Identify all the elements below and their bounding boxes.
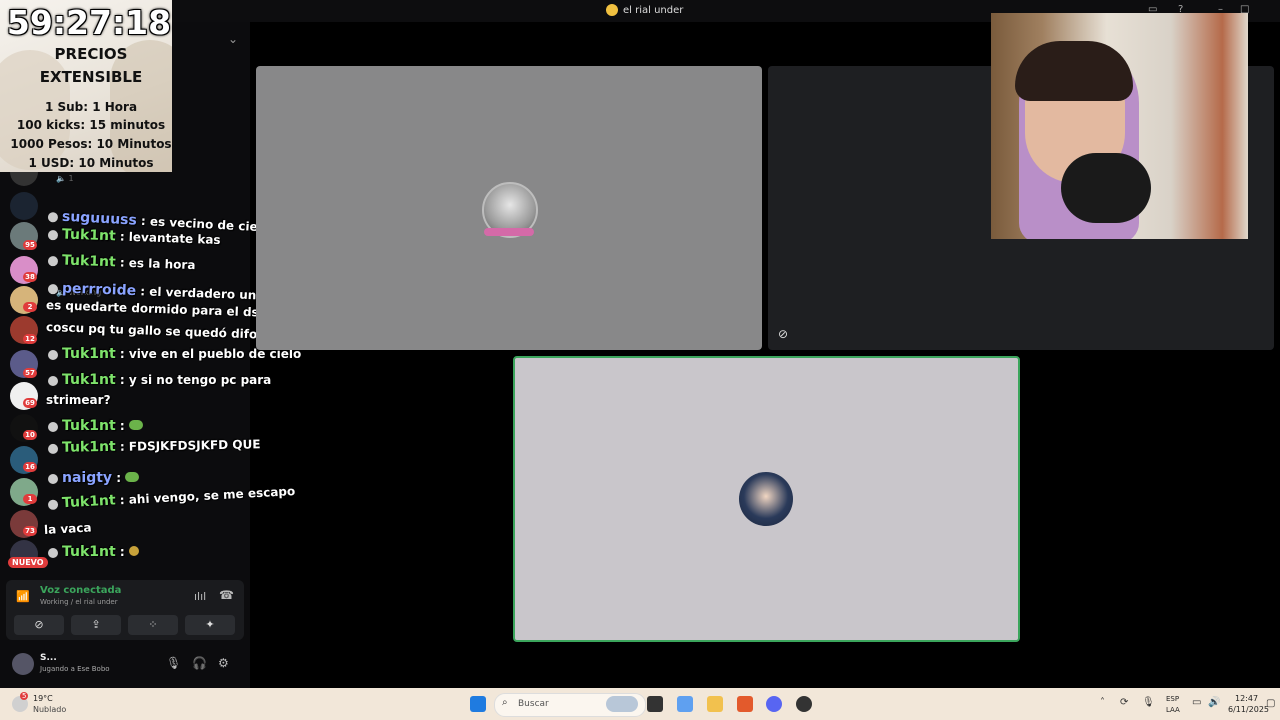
chat-message: Tuk1nt : — [48, 544, 139, 560]
voice-channel-path[interactable]: Working / el rial under — [40, 598, 118, 606]
obs-icon[interactable] — [796, 696, 812, 712]
server-badge: 12 — [23, 334, 37, 344]
server-rail: 95 38 2 12 57 69 10 16 1 73 — [0, 158, 46, 572]
chat-message-cont: strimear? — [46, 393, 111, 407]
chat-message: Tuk1nt : y si no tengo pc para — [48, 372, 271, 388]
search-icon: ⌕ — [502, 697, 508, 708]
camera-toggle-button[interactable]: ⊘ — [14, 615, 64, 635]
server-badge: 69 — [23, 398, 37, 408]
microphone-icon[interactable]: 🎙 — [166, 656, 181, 670]
member-count: 🔈 1 — [56, 174, 74, 183]
search-placeholder: Buscar — [518, 699, 549, 709]
streamer-webcam — [991, 13, 1248, 239]
chevron-down-icon[interactable]: ⌄ — [228, 32, 238, 46]
user-activity: Jugando a Ese Bobo — [40, 665, 110, 673]
prices-subheading: EXTENSIBLE — [39, 68, 143, 86]
server-avatar[interactable] — [10, 192, 38, 220]
server-badge: 2 — [23, 302, 37, 312]
microphone-tray-icon[interactable]: 🎙 — [1142, 697, 1155, 708]
screen-share-button[interactable]: ⇪ — [71, 615, 121, 635]
weather-desc[interactable]: Nublado — [33, 705, 66, 714]
server-badge: 38 — [23, 272, 37, 282]
disconnect-icon[interactable]: ☎ — [219, 588, 234, 602]
clock-time[interactable]: 12:47 — [1235, 694, 1258, 703]
start-icon[interactable] — [470, 696, 486, 712]
chevron-up-icon[interactable]: ˄ — [1100, 697, 1105, 708]
discord-icon[interactable] — [766, 696, 782, 712]
signal-icon[interactable]: 📶 — [16, 590, 30, 603]
price-item: 1 USD: 10 Minutos — [28, 156, 154, 170]
file-explorer-icon[interactable] — [707, 696, 723, 712]
server-badge: 1 — [23, 494, 37, 504]
server-badge: 57 — [23, 368, 37, 378]
participant-tile[interactable] — [256, 66, 762, 350]
language-code[interactable]: ESP — [1166, 695, 1179, 703]
chat-message-cont: la vaca — [43, 520, 92, 537]
soundboard-button[interactable]: ✦ — [185, 615, 235, 635]
pepe-emote-icon — [125, 472, 140, 482]
server-badge: 16 — [23, 462, 37, 472]
price-item: 100 kicks: 15 minutos — [16, 118, 166, 132]
avatar — [739, 472, 793, 526]
gear-icon[interactable]: ⚙ — [218, 656, 229, 670]
camera-off-icon: ⊘ — [778, 327, 789, 341]
server-badge: 95 — [23, 240, 37, 250]
noise-suppression-icon[interactable]: ılıl — [194, 590, 206, 603]
emote-icon — [128, 546, 139, 556]
avatar-decoration — [484, 228, 534, 236]
avatar[interactable] — [12, 653, 34, 675]
chat-message: Tuk1nt : — [48, 418, 143, 434]
server-icon — [606, 4, 618, 16]
participant-tile-speaking[interactable] — [513, 356, 1020, 642]
notification-icon[interactable]: ▢ — [1266, 698, 1275, 709]
username[interactable]: S... — [40, 653, 57, 663]
keyboard-layout[interactable]: LAA — [1166, 706, 1180, 714]
voice-status[interactable]: Voz conectada — [40, 585, 121, 596]
new-badge[interactable]: NUEVO — [8, 557, 48, 568]
weather-temp[interactable]: 19°C — [33, 694, 53, 703]
price-item: 1 Sub: 1 Hora — [44, 100, 138, 114]
copilot-icon[interactable] — [677, 696, 693, 712]
server-badge: 73 — [23, 526, 37, 536]
clock-date[interactable]: 6/11/2025 — [1228, 705, 1269, 714]
price-item: 1000 Pesos: 10 Minutos — [10, 137, 172, 151]
server-badge: 10 — [23, 430, 37, 440]
search-highlight-icon[interactable] — [606, 696, 638, 712]
countdown-timer: 59:27:18 — [6, 3, 172, 42]
activities-button[interactable]: ⁘ — [128, 615, 178, 635]
network-icon[interactable]: ▭ — [1192, 697, 1201, 708]
headphones-icon[interactable]: 🎧 — [192, 656, 207, 670]
prices-heading: PRECIOS — [54, 45, 128, 63]
task-view-icon[interactable] — [647, 696, 663, 712]
window-title: el rial under — [606, 4, 683, 16]
pepe-emote-icon — [128, 420, 143, 430]
volume-icon[interactable]: 🔊 — [1208, 697, 1220, 708]
brave-browser-icon[interactable] — [737, 696, 753, 712]
sync-icon[interactable]: ⟳ — [1120, 697, 1128, 708]
chat-message: naigty : — [48, 470, 140, 486]
